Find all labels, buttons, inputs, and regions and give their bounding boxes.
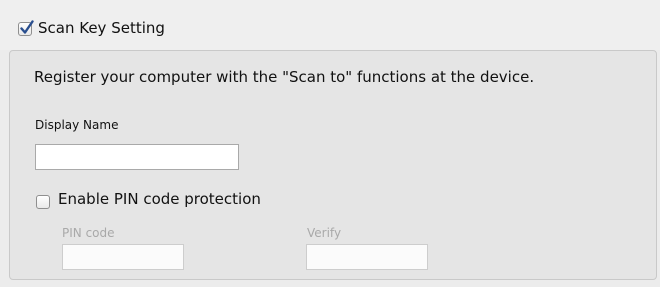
scan-key-settings-group: Register your computer with the "Scan to…: [9, 50, 657, 280]
enable-pin-label[interactable]: Enable PIN code protection: [58, 190, 261, 208]
checkmark-icon: [20, 20, 34, 34]
verify-label: Verify: [307, 226, 342, 240]
enable-pin-checkbox[interactable]: [36, 195, 50, 209]
display-name-input[interactable]: [35, 144, 239, 170]
scan-key-setting-row: Scan Key Setting: [0, 0, 660, 50]
verify-pin-input[interactable]: [306, 244, 428, 270]
scan-key-setting-label[interactable]: Scan Key Setting: [38, 19, 165, 37]
pin-code-input[interactable]: [62, 244, 184, 270]
scan-to-description: Register your computer with the "Scan to…: [34, 68, 535, 86]
pin-code-label: PIN code: [62, 226, 115, 240]
display-name-label: Display Name: [35, 118, 119, 132]
scan-key-setting-checkbox[interactable]: [18, 20, 34, 36]
